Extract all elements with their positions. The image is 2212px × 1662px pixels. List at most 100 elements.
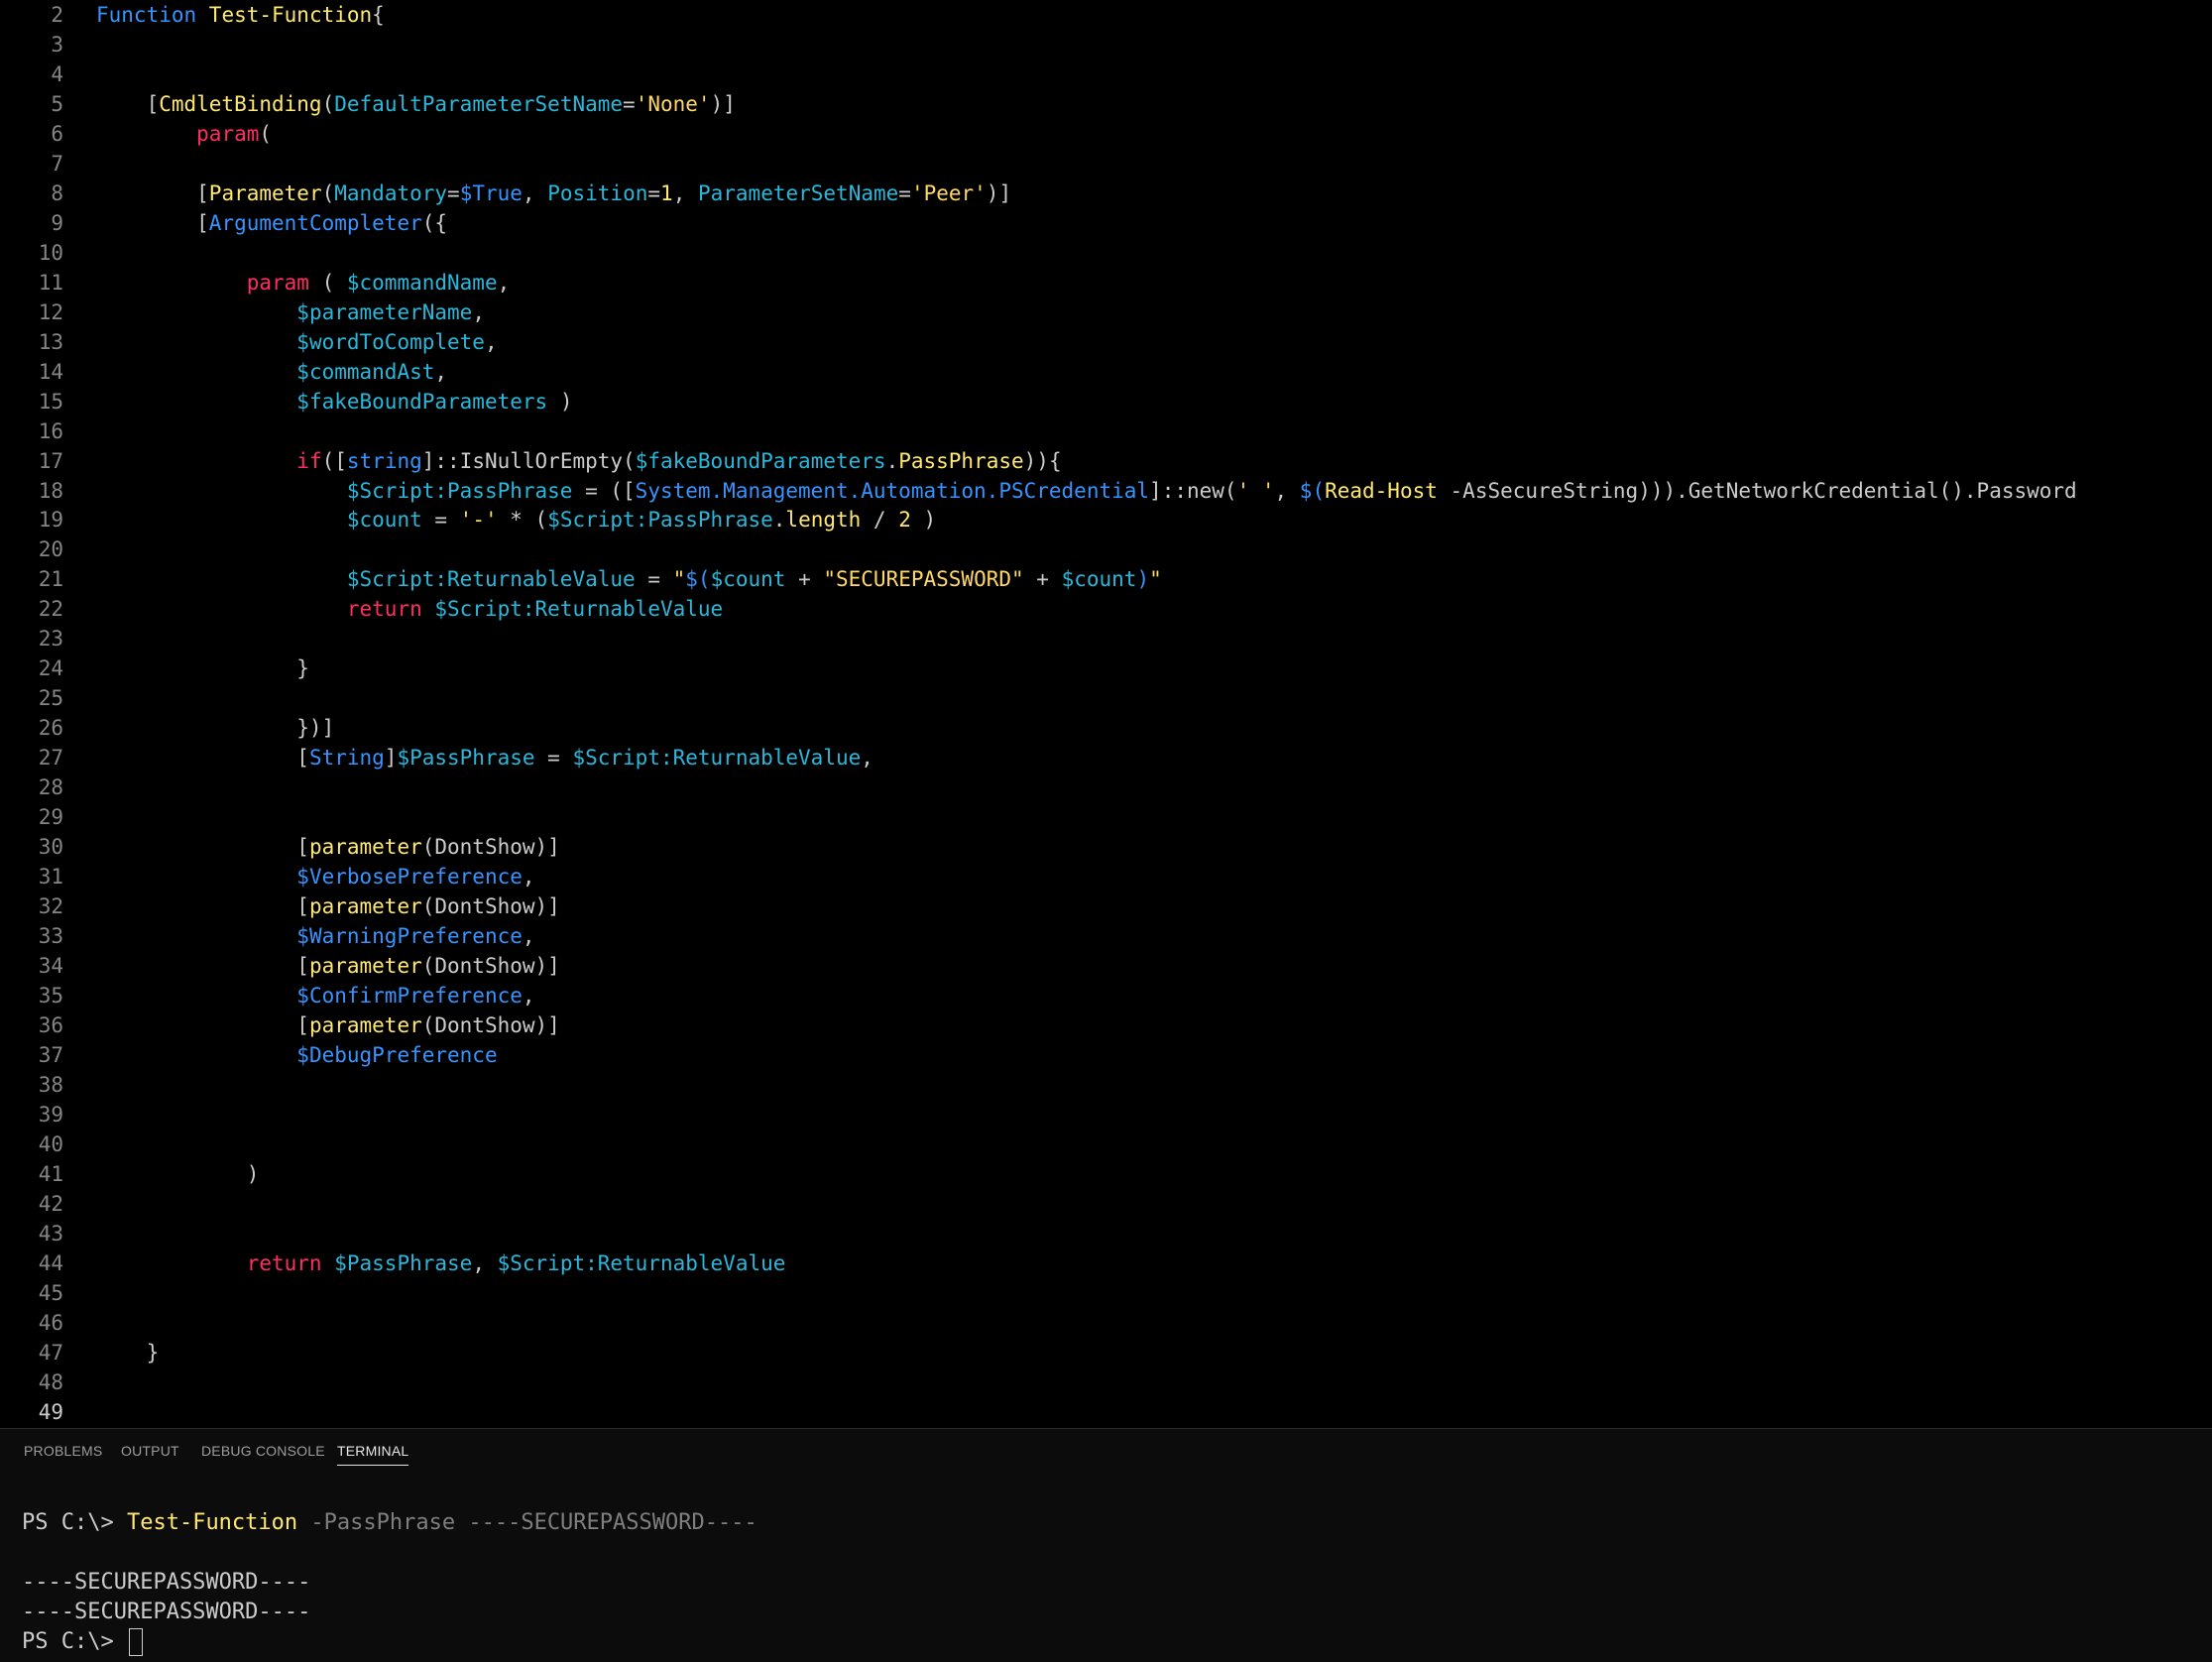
line-number: 3 — [51, 32, 63, 57]
code-token: [ — [96, 1012, 309, 1037]
code-line[interactable]: 44 return $PassPhrase, $Script:Returnabl… — [0, 1248, 2212, 1278]
terminal-command-line: PS C:\> Test-Function -PassPhrase ----SE… — [22, 1508, 757, 1538]
code-token: ))) — [1638, 478, 1677, 503]
code-token: parameter — [308, 894, 422, 919]
code-line[interactable]: 34 [parameter(DontShow)] — [0, 951, 2212, 981]
code-token: $count — [346, 508, 422, 533]
code-line[interactable]: 21 $Script:ReturnableValue = "$($count +… — [0, 564, 2212, 594]
code-line[interactable]: 6 param( — [0, 119, 2212, 149]
code-token: 1 — [660, 180, 673, 205]
terminal-input-line[interactable]: PS C:\> — [22, 1627, 143, 1657]
code-line[interactable]: 45 — [0, 1278, 2212, 1308]
code-text: [parameter(DontShow)] — [96, 891, 560, 921]
code-line[interactable]: 20 — [0, 534, 2212, 564]
terminal-output-line: ----SECUREPASSWORD---- — [22, 1570, 311, 1595]
code-token: ( — [259, 121, 273, 146]
code-line[interactable]: 13 $wordToComplete, — [0, 327, 2212, 357]
code-text: ) — [96, 1159, 260, 1189]
line-number: 41 — [38, 1161, 63, 1186]
code-token: [ — [96, 180, 209, 205]
code-line[interactable]: 31 $VerbosePreference, — [0, 862, 2212, 891]
code-line[interactable]: 15 $fakeBoundParameters ) — [0, 387, 2212, 416]
code-line[interactable]: 46 — [0, 1308, 2212, 1338]
code-token: , — [1274, 478, 1300, 503]
code-line[interactable]: 3 — [0, 30, 2212, 59]
code-line[interactable]: 39 — [0, 1100, 2212, 1129]
code-line[interactable]: 49 — [0, 1397, 2212, 1427]
code-token: . — [772, 508, 786, 533]
tab-debug-console[interactable]: DEBUG CONSOLE — [201, 1443, 325, 1465]
code-token: ) — [1136, 567, 1150, 592]
code-text: $parameterName, — [96, 297, 485, 327]
code-line[interactable]: 42 — [0, 1189, 2212, 1219]
tab-problems[interactable]: PROBLEMS — [24, 1443, 102, 1465]
code-text: $Script:PassPhrase = ([System.Management… — [96, 476, 2077, 506]
code-line[interactable]: 25 — [0, 683, 2212, 713]
code-line[interactable]: 40 — [0, 1129, 2212, 1159]
code-text: $WarningPreference, — [96, 921, 535, 951]
code-token: ( — [321, 180, 335, 205]
code-token: ( — [308, 270, 347, 295]
code-line[interactable]: 36 [parameter(DontShow)] — [0, 1010, 2212, 1040]
code-line[interactable]: 32 [parameter(DontShow)] — [0, 891, 2212, 921]
code-line[interactable]: 14 $commandAst, — [0, 357, 2212, 387]
code-line[interactable]: 9 [ArgumentCompleter({ — [0, 208, 2212, 238]
code-token: = — [898, 180, 911, 205]
code-line[interactable]: 16 — [0, 416, 2212, 446]
code-line[interactable]: 33 $WarningPreference, — [0, 921, 2212, 951]
code-token: -AsSecureString — [1437, 478, 1639, 503]
line-number: 43 — [38, 1221, 63, 1246]
code-token: Read-Host — [1325, 478, 1438, 503]
code-line[interactable]: 19 $count = '-' * ($Script:PassPhrase.le… — [0, 505, 2212, 534]
code-line[interactable]: 37 $DebugPreference — [0, 1040, 2212, 1070]
code-line[interactable]: 22 return $Script:ReturnableValue — [0, 594, 2212, 624]
code-line[interactable]: 27 [String]$PassPhrase = $Script:Returna… — [0, 743, 2212, 772]
code-token: )){ — [1023, 448, 1062, 473]
code-line[interactable]: 43 — [0, 1219, 2212, 1248]
tab-terminal[interactable]: TERMINAL — [337, 1443, 409, 1466]
code-text: [parameter(DontShow)] — [96, 832, 560, 862]
code-editor[interactable]: 2 Function Test-Function{3 4 5 [CmdletBindi… — [0, 0, 2212, 1428]
line-number: 36 — [38, 1012, 63, 1037]
line-number: 34 — [38, 954, 63, 979]
code-line[interactable]: 23 — [0, 624, 2212, 653]
code-line[interactable]: 7 — [0, 149, 2212, 178]
code-token: $WarningPreference — [296, 924, 523, 949]
code-text: $ConfirmPreference, — [96, 981, 534, 1010]
code-token: (DontShow)] — [421, 894, 560, 919]
code-line[interactable]: 29 — [0, 802, 2212, 832]
code-line[interactable]: 18 $Script:PassPhrase = ([System.Managem… — [0, 476, 2212, 506]
line-number: 47 — [38, 1340, 63, 1365]
code-line[interactable]: 38 — [0, 1070, 2212, 1100]
code-line[interactable]: 11 param ( $commandName, — [0, 268, 2212, 297]
code-line[interactable]: 5 [CmdletBinding(DefaultParameterSetName… — [0, 89, 2212, 119]
code-line[interactable]: 24 } — [0, 653, 2212, 683]
code-line[interactable]: 17 if([string]::IsNullOrEmpty($fakeBound… — [0, 446, 2212, 476]
code-token: if — [296, 448, 322, 473]
code-line[interactable]: 47 } — [0, 1338, 2212, 1367]
code-line[interactable]: 2 Function Test-Function{ — [0, 0, 2212, 30]
code-line[interactable]: 12 $parameterName, — [0, 297, 2212, 327]
code-token: Test-Function — [208, 3, 373, 27]
code-line[interactable]: 4 — [0, 59, 2212, 89]
code-line[interactable]: 8 [Parameter(Mandatory=$True, Position=1… — [0, 178, 2212, 208]
terminal-cursor — [128, 1628, 143, 1656]
code-token: ArgumentCompleter — [208, 210, 422, 235]
code-line[interactable]: 41 ) — [0, 1159, 2212, 1189]
code-token: , — [522, 924, 535, 949]
tab-output[interactable]: OUTPUT — [121, 1443, 179, 1465]
line-number: 29 — [38, 805, 63, 830]
code-token: { — [372, 3, 385, 27]
code-token: CmdletBinding — [159, 91, 322, 116]
code-line[interactable]: 35 $ConfirmPreference, — [0, 981, 2212, 1010]
code-line[interactable]: 28 — [0, 772, 2212, 802]
code-line[interactable]: 30 [parameter(DontShow)] — [0, 832, 2212, 862]
code-text: $commandAst, — [96, 357, 447, 387]
code-text: param( — [96, 119, 272, 149]
code-line[interactable]: 48 — [0, 1367, 2212, 1397]
code-line[interactable]: 26 })] — [0, 713, 2212, 743]
code-line[interactable]: 10 — [0, 238, 2212, 268]
